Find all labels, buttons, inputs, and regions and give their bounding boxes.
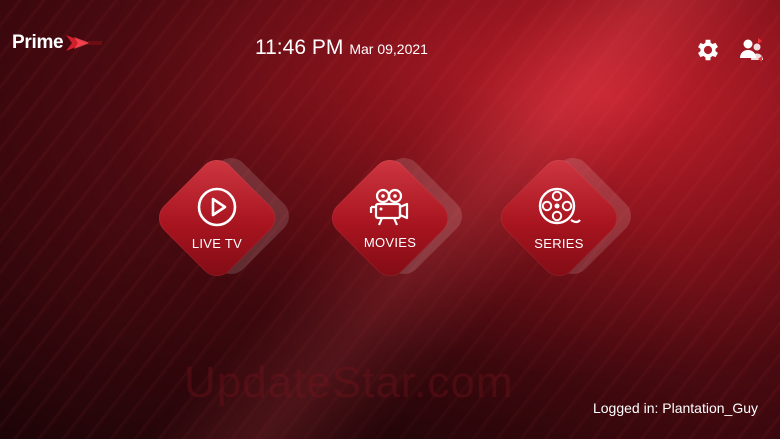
tile-content: LIVE TV bbox=[153, 154, 281, 282]
switch-user-button[interactable] bbox=[738, 36, 766, 64]
movie-camera-icon bbox=[369, 188, 409, 225]
logo-text: Prime bbox=[12, 32, 64, 53]
current-time: 11:46 PM bbox=[255, 36, 344, 59]
tile-label: LIVE TV bbox=[191, 235, 243, 251]
tile-label: MOVIES bbox=[363, 234, 417, 250]
tile-content: SERIES bbox=[495, 154, 623, 282]
film-reel-icon bbox=[538, 187, 581, 224]
tile-movies[interactable]: MOVIES bbox=[324, 150, 470, 290]
tile-label: SERIES bbox=[534, 235, 584, 251]
logo-arrow-icon bbox=[66, 35, 103, 51]
tile-live-tv[interactable]: LIVE TV bbox=[151, 150, 297, 290]
settings-button[interactable] bbox=[694, 36, 722, 64]
logged-in-status: Logged in: Plantation_Guy bbox=[592, 400, 758, 416]
gear-icon bbox=[698, 39, 718, 61]
clock: 11:46 PM Mar 09,2021 bbox=[255, 36, 428, 60]
current-date: Mar 09,2021 bbox=[349, 41, 428, 57]
tile-content: MOVIES bbox=[326, 154, 454, 282]
app-logo: Prime bbox=[12, 30, 104, 56]
watermark: UpdateStar.com bbox=[184, 358, 514, 407]
play-circle-icon bbox=[197, 187, 237, 226]
switch-user-icon bbox=[740, 38, 763, 62]
tile-series[interactable]: SERIES bbox=[493, 150, 639, 290]
